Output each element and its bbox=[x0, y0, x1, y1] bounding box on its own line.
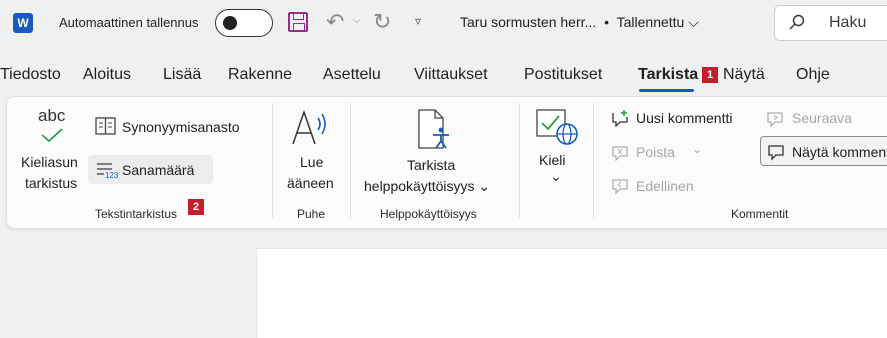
document-page[interactable] bbox=[256, 248, 887, 338]
tab-viittaukset[interactable]: Viittaukset bbox=[414, 66, 488, 84]
spelling-label-line1: Kieliasun bbox=[21, 154, 78, 170]
ribbon-tabs: Tiedosto Aloitus Lisää Rakenne Asettelu … bbox=[0, 62, 887, 92]
show-comments-label: Näytä kommentit bbox=[792, 144, 887, 160]
language-icon bbox=[536, 109, 578, 145]
checkmark-icon bbox=[41, 128, 63, 143]
group-divider bbox=[272, 103, 273, 218]
tab-ohje[interactable]: Ohje bbox=[796, 66, 830, 84]
word-icon: W bbox=[13, 13, 33, 33]
callout-badge-2: 2 bbox=[188, 199, 204, 215]
thesaurus-button[interactable]: Synonyymisanasto bbox=[122, 119, 240, 135]
tab-rakenne[interactable]: Rakenne bbox=[228, 66, 292, 84]
delete-comment-icon bbox=[612, 146, 628, 161]
previous-comment-icon bbox=[612, 179, 628, 194]
spelling-icon: abc bbox=[38, 106, 66, 125]
undo-dropdown-icon[interactable]: ⌵ bbox=[353, 15, 361, 26]
new-comment-button[interactable]: Uusi kommentti bbox=[636, 110, 732, 126]
proofing-group-label: Tekstintarkistus bbox=[95, 207, 178, 221]
previous-comment-button[interactable]: Edellinen bbox=[636, 178, 694, 194]
tab-aloitus[interactable]: Aloitus bbox=[83, 66, 131, 84]
wordcount-icon: 123 bbox=[97, 163, 118, 179]
document-title[interactable]: Taru sormusten herr... • Tallennettu ⌵ bbox=[460, 14, 699, 31]
spelling-label-line2: tarkistus bbox=[25, 175, 78, 191]
chevron-down-icon: ⌄ bbox=[550, 168, 562, 184]
group-divider bbox=[593, 103, 594, 218]
toggle-knob bbox=[223, 16, 237, 30]
next-comment-button[interactable]: Seuraava bbox=[792, 110, 852, 126]
group-divider bbox=[519, 103, 520, 218]
read-aloud-icon bbox=[292, 109, 326, 145]
search-input[interactable]: Haku bbox=[774, 5, 887, 41]
autosave-label: Automaattinen tallennus bbox=[59, 15, 199, 30]
wordcount-label: Sanamäärä bbox=[122, 162, 195, 178]
accessibility-group-label: Helppokäyttöisyys bbox=[380, 207, 477, 221]
save-icon[interactable] bbox=[288, 12, 308, 32]
accessibility-line1: Tarkista bbox=[407, 157, 456, 173]
book-icon bbox=[95, 117, 116, 135]
group-divider bbox=[350, 103, 351, 218]
title-bar: W Automaattinen tallennus ↶ ⌵ ↻ ▿ Taru s… bbox=[0, 0, 887, 46]
comments-group-label: Kommentit bbox=[731, 207, 789, 221]
tab-asettelu[interactable]: Asettelu bbox=[323, 66, 381, 84]
autosave-toggle[interactable] bbox=[215, 9, 273, 37]
title-bullet: • bbox=[604, 14, 609, 30]
show-comments-button[interactable]: Näytä kommentit bbox=[760, 136, 887, 166]
comment-icon bbox=[768, 145, 784, 161]
tab-postitukset[interactable]: Postitukset bbox=[524, 66, 602, 84]
accessibility-icon bbox=[418, 109, 449, 149]
tab-lisaa[interactable]: Lisää bbox=[163, 66, 201, 84]
delete-comment-button[interactable]: Poista bbox=[636, 144, 675, 160]
accessibility-line2: helppokäyttöisyys ⌄ bbox=[364, 178, 491, 194]
tab-tarkista[interactable]: Tarkista bbox=[638, 66, 698, 84]
chevron-down-icon: ⌵ bbox=[688, 14, 699, 30]
chevron-down-icon: ⌄ bbox=[478, 178, 491, 194]
read-aloud-line1: Lue bbox=[300, 154, 324, 170]
search-icon bbox=[789, 14, 805, 30]
callout-badge-1: 1 bbox=[702, 67, 718, 83]
active-tab-indicator bbox=[639, 89, 694, 92]
svg-text:123: 123 bbox=[105, 171, 118, 179]
new-comment-icon bbox=[612, 110, 628, 127]
chevron-down-icon[interactable]: ⌄ bbox=[692, 142, 702, 156]
read-aloud-line2: ääneen bbox=[287, 175, 334, 191]
tab-tiedosto[interactable]: Tiedosto bbox=[0, 66, 61, 84]
search-placeholder: Haku bbox=[829, 14, 867, 31]
document-name: Taru sormusten herr... bbox=[460, 14, 597, 30]
next-comment-icon bbox=[767, 112, 783, 127]
customize-qat-icon[interactable]: ▿ bbox=[415, 14, 421, 28]
save-status: Tallennettu bbox=[616, 14, 685, 30]
tab-nayta[interactable]: Näytä bbox=[723, 66, 765, 84]
redo-icon[interactable]: ↻ bbox=[373, 9, 391, 35]
speech-group-label: Puhe bbox=[297, 207, 326, 221]
undo-icon[interactable]: ↶ bbox=[326, 9, 344, 35]
